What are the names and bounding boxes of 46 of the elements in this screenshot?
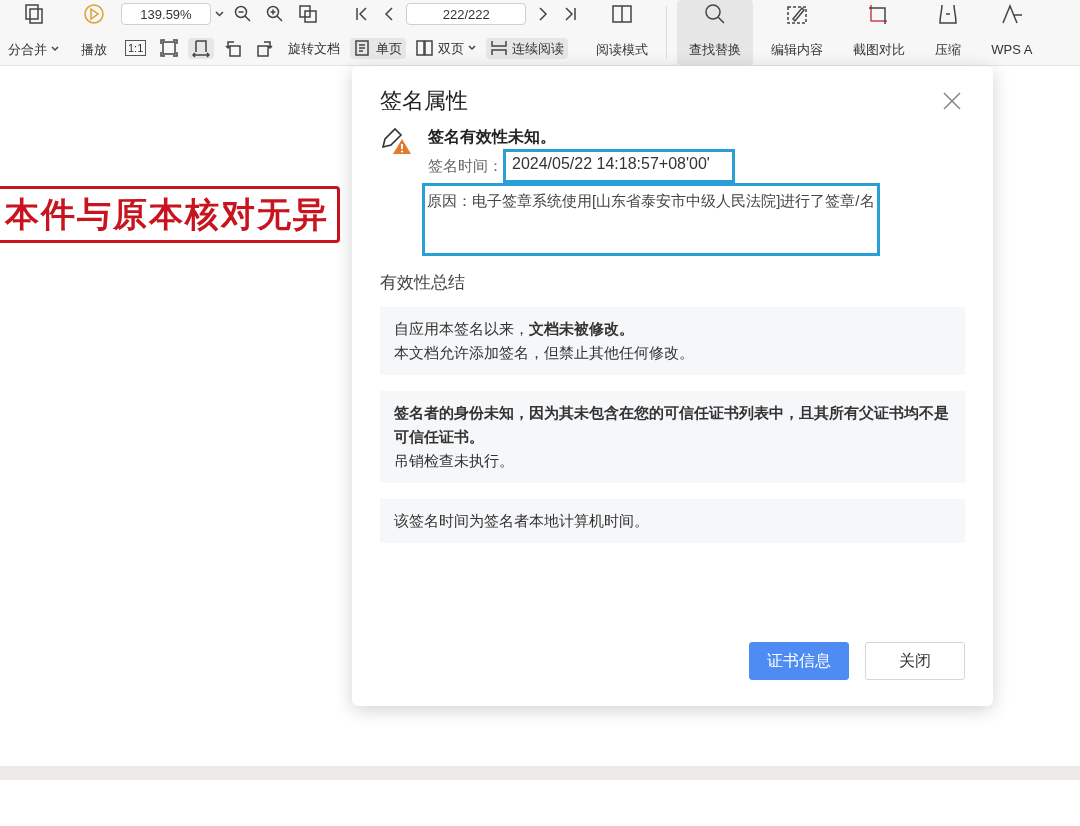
magnifier-icon (234, 5, 252, 23)
summary-text: 自应用本签名以来，文档未被修改。 (394, 319, 635, 339)
caret-icon (215, 11, 224, 17)
close-icon (943, 91, 961, 110)
copy-icon (298, 5, 318, 23)
fit-width-icon (192, 38, 211, 58)
two-page-icon (416, 39, 435, 58)
layout-button[interactable]: 单页 (350, 37, 407, 59)
layout-button[interactable]: 连续阅读 (486, 37, 569, 59)
rotate-right-icon (256, 39, 275, 58)
first-page-icon (354, 6, 369, 22)
magnifier-icon (266, 5, 284, 23)
wps-ai-icon (999, 3, 1024, 25)
book-icon (610, 3, 635, 25)
toolbar-button[interactable]: 播放 (73, 0, 115, 65)
tool-button[interactable]: 压缩 (923, 0, 974, 65)
time-label: 签名时间： (428, 155, 503, 176)
last-page-icon (564, 6, 579, 22)
tool-button[interactable]: 截图对比 (841, 0, 918, 65)
summary-text: 签名者的身份未知，因为其未包含在您的可信任证书列表中，且其所有父证书均不是可信任证书。 (394, 403, 950, 447)
summary-text: 该签名时间为签名者本地计算机时间。 (394, 511, 650, 531)
summary-text: 吊销检查未执行。 (394, 451, 515, 471)
continuous-icon (490, 39, 509, 58)
signing-time: 2024/05/22 14:18:57+08'00' (503, 149, 735, 183)
tool-button[interactable]: 编辑内容 (759, 0, 836, 65)
validity-heading: 签名有效性未知。 (428, 127, 557, 147)
pen-warning-icon (380, 125, 412, 155)
zoom-field[interactable]: 139.59% (121, 3, 211, 25)
fit-page-icon (160, 38, 179, 58)
dialog-title: 签名属性 (380, 87, 468, 115)
rotate-document-button[interactable]: 旋转文档 (284, 37, 345, 59)
reading-mode-button[interactable]: 阅读模式 (588, 0, 657, 65)
play-icon (82, 3, 106, 25)
tool-button[interactable]: 查找替换 (677, 0, 754, 65)
page-field[interactable]: 222/222 (406, 3, 527, 25)
tool-button[interactable]: WPS A (979, 0, 1045, 65)
rotate-left-icon (224, 39, 243, 58)
layout-button[interactable]: 双页 (412, 37, 481, 59)
seal-stamp: 本件与原本核对无异 (0, 186, 340, 243)
summary-text: 本文档允许添加签名，但禁止其他任何修改。 (394, 343, 695, 363)
toolbar-button[interactable]: 分合并 (0, 0, 67, 65)
reason-text: 原因：电子签章系统使用[山东省泰安市中级人民法院]进行了签章/名 (422, 183, 880, 256)
view-button[interactable] (188, 37, 215, 59)
dialog-button[interactable]: 关闭 (865, 642, 965, 680)
pencil-icon (785, 3, 810, 25)
summary-title: 有效性总结 (380, 271, 466, 294)
